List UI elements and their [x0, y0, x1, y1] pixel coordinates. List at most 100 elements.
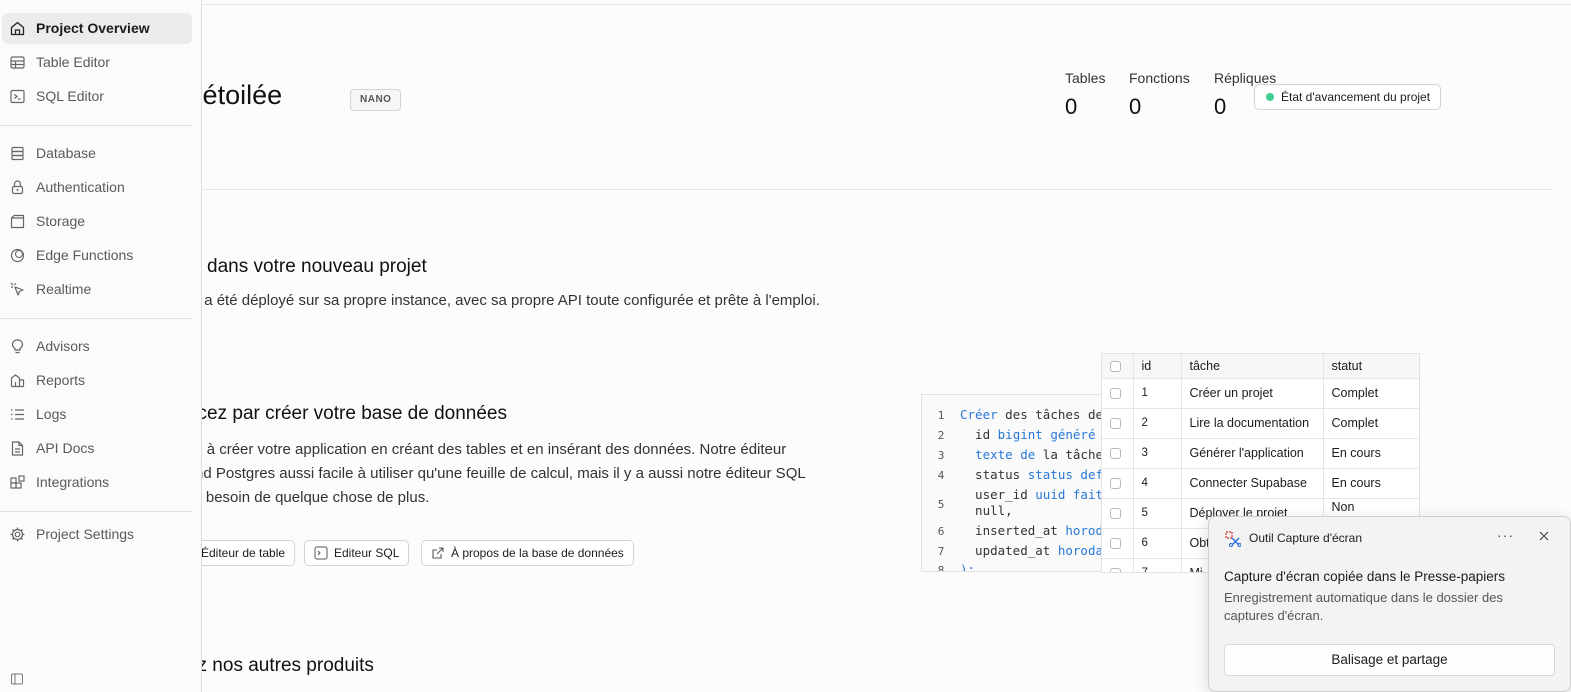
sidebar-item-api-docs[interactable]: API Docs — [2, 433, 192, 464]
row-checkbox[interactable] — [1110, 418, 1121, 430]
sidebar-item-integrations[interactable]: Integrations — [2, 467, 192, 498]
stat-value: 0 — [1129, 94, 1142, 119]
sidebar-item-edge-functions[interactable]: Edge Functions — [2, 240, 192, 271]
stat-value: 0 — [1065, 94, 1078, 119]
lock-icon — [11, 180, 24, 195]
sidebar-item-label: Integrations — [36, 474, 110, 490]
screenshot-toast-notification: Outil Capture d'écran ··· Capture d'écra… — [1208, 516, 1571, 692]
list-icon — [11, 409, 24, 420]
cell-task: Créer un projet — [1181, 378, 1324, 409]
code-line: 3 texte de la tâche — [937, 447, 1104, 462]
cell-status: En cours — [1323, 468, 1419, 499]
sidebar-item-label: Project Settings — [36, 526, 135, 542]
cursor-icon — [10, 282, 24, 296]
blocks-icon — [10, 475, 25, 489]
row-checkbox[interactable] — [1110, 508, 1121, 520]
sidebar-item-storage[interactable]: Storage — [2, 206, 192, 237]
sidebar-item-label: SQL Editor — [36, 88, 104, 104]
column-header: id — [1133, 354, 1182, 379]
about-database-label: À propos de la base de données — [451, 546, 624, 560]
cell-status: Complet — [1323, 378, 1419, 409]
code-line: 7 updated_at horodat — [937, 543, 1111, 558]
globe-icon — [10, 248, 25, 263]
stat-label: Fonctions — [1129, 70, 1190, 86]
code-line: 1 Créer des tâches de — [937, 407, 1103, 422]
description-line: us avez besoin de quelque chose de plus. — [150, 489, 430, 506]
row-checkbox[interactable] — [1110, 568, 1121, 572]
sidebar-item-logs[interactable]: Logs — [2, 399, 192, 430]
sidebar-item-label: Reports — [36, 372, 86, 388]
snipping-tool-icon — [1225, 531, 1241, 547]
row-checkbox[interactable] — [1110, 388, 1121, 400]
database-section-title: nmencez par créer votre base de données — [150, 403, 507, 424]
sidebar-item-database[interactable]: Database — [2, 138, 192, 169]
select-all-checkbox[interactable] — [1110, 360, 1121, 372]
toast-title: Capture d'écran copiée dans le Presse-pa… — [1224, 569, 1505, 584]
gear-icon — [10, 527, 25, 542]
table-icon — [10, 56, 25, 69]
sidebar-item-realtime[interactable]: Realtime — [2, 274, 192, 305]
chart-icon — [10, 374, 25, 388]
cell-id: 7 — [1133, 558, 1182, 572]
stat-functions: Fonctions 0 — [1129, 70, 1190, 120]
table-header-row: id tâche statut — [1102, 354, 1419, 379]
code-line: 4 status status defa — [937, 467, 1111, 482]
sidebar-item-label: Advisors — [36, 338, 90, 354]
top-divider — [0, 4, 1571, 5]
sidebar-item-reports[interactable]: Reports — [2, 365, 192, 396]
sidebar-separator — [0, 318, 192, 319]
row-checkbox[interactable] — [1110, 448, 1121, 460]
sidebar-item-sql-editor[interactable]: SQL Editor — [2, 81, 192, 112]
toast-body: Enregistrement automatique dans le dossi… — [1224, 590, 1503, 623]
row-checkbox[interactable] — [1110, 478, 1121, 490]
code-line: 8); — [937, 562, 976, 572]
sql-editor-button[interactable]: Editeur SQL — [304, 540, 410, 566]
code-line: 2 id bigint généré p — [937, 427, 1111, 442]
sidebar-item-label: Edge Functions — [36, 247, 134, 263]
sidebar-separator — [0, 125, 192, 126]
welcome-description: e projet a été déployé sur sa propre ins… — [150, 292, 820, 309]
description-line: mencez à créer votre application en créa… — [150, 441, 787, 458]
sidebar-item-authentication[interactable]: Authentication — [2, 172, 192, 203]
cell-task: Connecter Supabase — [1181, 468, 1324, 499]
database-section-description: mencez à créer votre application en créa… — [150, 438, 910, 510]
stat-label: Tables — [1065, 70, 1106, 86]
close-icon[interactable] — [1537, 529, 1551, 543]
table-editor-label: Éditeur de table — [201, 546, 286, 560]
file-icon — [11, 441, 24, 456]
sidebar: Project Overview Table Editor SQL Editor… — [0, 0, 202, 692]
table-row: 3 Générer l'application En cours — [1102, 438, 1419, 469]
sidebar-item-project-settings[interactable]: Project Settings — [2, 519, 192, 550]
table-row: 2 Lire la documentation Complet — [1102, 408, 1419, 439]
sidebar-item-label: Logs — [36, 406, 67, 422]
description-line: bles rend Postgres aussi facile à utilis… — [150, 465, 806, 482]
external-link-icon — [432, 547, 444, 559]
cell-task: Générer l'application — [1181, 438, 1324, 469]
sidebar-collapse-icon[interactable] — [10, 672, 24, 686]
lightbulb-icon — [11, 339, 24, 354]
cell-status: En cours — [1323, 438, 1419, 469]
markup-share-button[interactable]: Balisage et partage — [1224, 644, 1555, 676]
stat-tables: Tables 0 — [1065, 70, 1105, 120]
row-checkbox[interactable] — [1110, 538, 1121, 550]
home-icon — [10, 21, 25, 36]
cell-id: 6 — [1133, 528, 1182, 559]
cell-id: 5 — [1133, 498, 1182, 529]
column-header: statut — [1323, 354, 1419, 379]
sidebar-item-label: Authentication — [36, 179, 125, 195]
cell-id: 3 — [1133, 438, 1182, 469]
more-options-icon[interactable]: ··· — [1497, 527, 1514, 543]
table-row: 4 Connecter Supabase En cours — [1102, 468, 1419, 499]
section-divider — [0, 189, 1552, 190]
plan-badge: NANO — [350, 89, 402, 111]
status-label: État d'avancement du projet — [1281, 90, 1431, 104]
project-status-button[interactable]: État d'avancement du projet — [1254, 84, 1442, 110]
sidebar-item-label: Project Overview — [36, 20, 150, 36]
sidebar-item-advisors[interactable]: Advisors — [2, 331, 192, 362]
sidebar-item-label: Realtime — [36, 281, 92, 297]
sidebar-item-table-editor[interactable]: Table Editor — [2, 47, 192, 78]
terminal-icon — [314, 546, 328, 560]
sidebar-item-project-overview[interactable]: Project Overview — [2, 13, 192, 44]
about-database-button[interactable]: À propos de la base de données — [421, 540, 634, 566]
sidebar-item-label: Table Editor — [36, 54, 110, 70]
